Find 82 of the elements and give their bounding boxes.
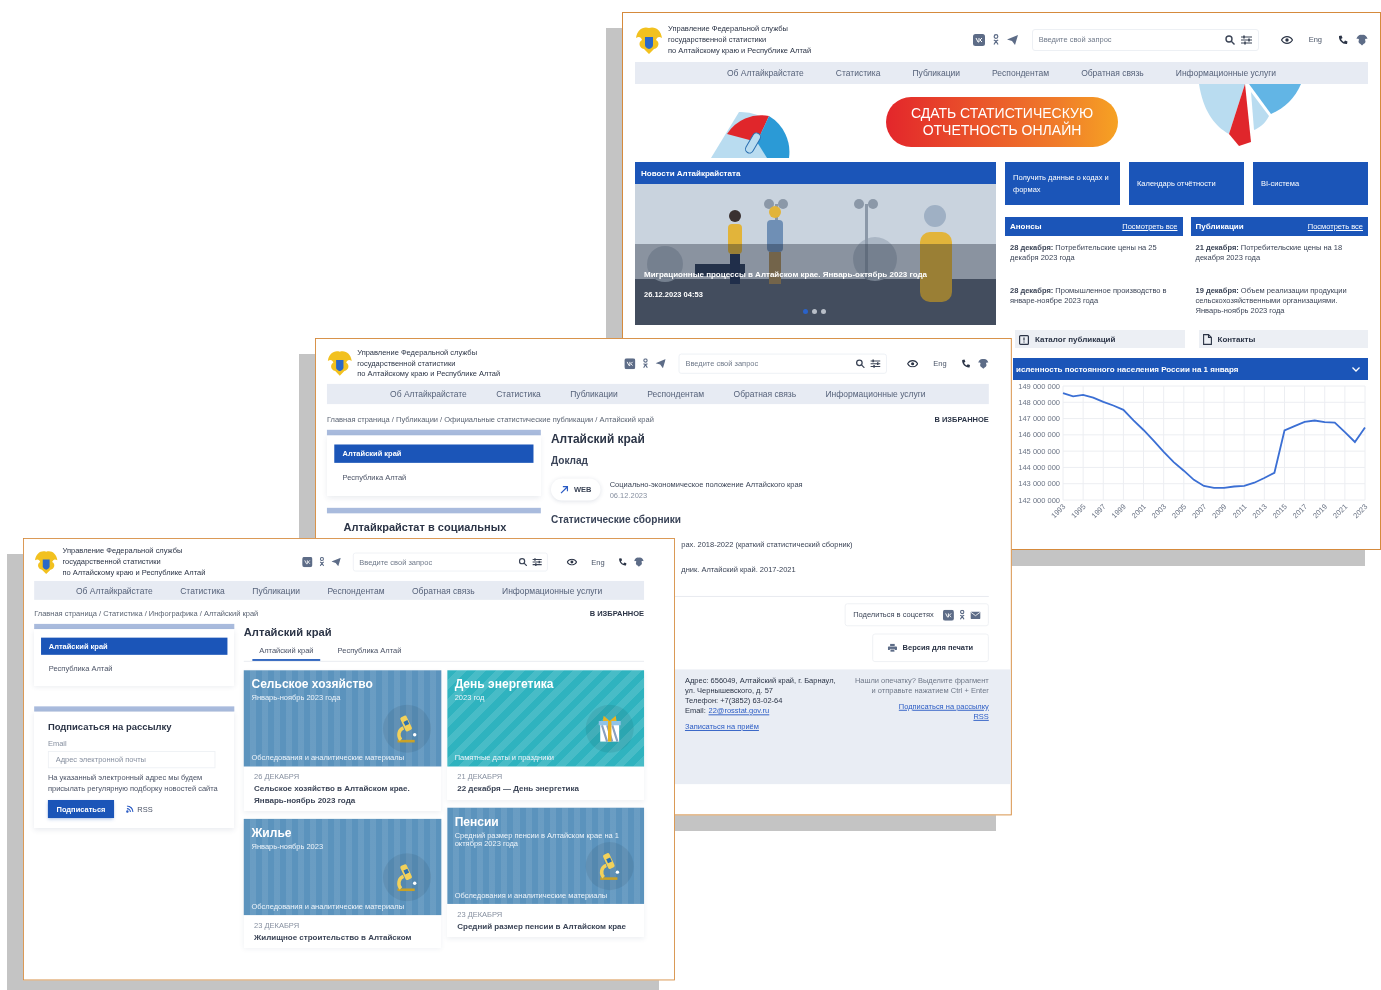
nav-link[interactable]: Статистика	[835, 68, 881, 78]
printer-icon	[887, 643, 898, 652]
search-icon[interactable]	[1224, 34, 1235, 45]
nav-link[interactable]: Об Алтайкрайстате	[390, 389, 467, 399]
nav-link[interactable]: Респондентам	[992, 68, 1050, 78]
page-title: Алтайский край	[243, 625, 332, 639]
nav-link[interactable]: Респондентам	[647, 389, 705, 399]
shortcut-label: Каталог публикаций	[1035, 334, 1116, 344]
card-caption: Жилищное строительство в Алтайском	[254, 931, 413, 943]
emblem-icon[interactable]	[1356, 33, 1368, 46]
microscope-icon	[395, 714, 418, 744]
chart-title: исленность постоянного населения России на 1 января	[1016, 364, 1239, 374]
emblem-icon[interactable]	[633, 556, 645, 567]
card-title: Сельское хозяйство	[251, 677, 373, 691]
subscribe-title: Подписаться на рассылку	[47, 721, 172, 733]
sliders-icon[interactable]	[1240, 34, 1252, 45]
chevron-down-icon[interactable]	[1352, 366, 1360, 372]
card-title: Жилье	[251, 825, 292, 840]
mail-icon[interactable]	[970, 611, 981, 619]
card-title: Пенсии	[454, 814, 499, 829]
arrow-icon	[560, 485, 569, 494]
card-caption: Сельское хозяйство в Алтайском крае. Январь-ноябрь 2023 года	[254, 783, 411, 806]
search-icon[interactable]	[856, 358, 866, 368]
sliders-icon[interactable]	[532, 557, 543, 566]
nav-link[interactable]: Публикации	[912, 68, 961, 78]
card-caption: 22 декабря — День энергетика	[457, 783, 580, 795]
person-icon[interactable]	[319, 556, 325, 567]
microscope-icon	[598, 851, 621, 881]
microscope-icon	[395, 862, 418, 892]
paper-plane-icon[interactable]	[331, 557, 342, 566]
carousel-dot[interactable]	[821, 309, 826, 314]
alert-icon	[1019, 333, 1029, 345]
nav-link[interactable]: Об Алтайкрайстате	[727, 68, 804, 78]
sliders-icon[interactable]	[870, 358, 881, 368]
nav-link[interactable]: Респондентам	[327, 585, 385, 596]
search-icon[interactable]	[519, 557, 528, 566]
emblem-icon[interactable]	[977, 357, 989, 369]
card-caption: Средний размер пенсии в Алтайском крае	[457, 920, 627, 932]
person-icon[interactable]	[992, 34, 999, 45]
nav-link[interactable]: Информационные услуги	[502, 585, 603, 596]
nav-link[interactable]: Обратная связь	[733, 389, 797, 399]
nav-link[interactable]: Публикации	[570, 389, 618, 399]
shortcut-label: Контакты	[1217, 334, 1256, 344]
nav-link[interactable]: Об Алтайкрайстате	[76, 585, 153, 596]
gift-icon	[598, 714, 621, 743]
phone-icon[interactable]	[1338, 34, 1348, 45]
person-icon[interactable]	[959, 609, 965, 620]
person-icon[interactable]	[643, 358, 649, 369]
sidebar-heading: Алтайкрайстат в социальных	[343, 520, 508, 534]
social-square-icon[interactable]	[624, 357, 636, 369]
submit-reports-button[interactable]: СДАТЬ СТАТИСТИЧЕСКУЮ ОТЧЕТНОСТЬ ОНЛАЙН	[886, 97, 1118, 147]
page-title: Алтайский край	[550, 431, 645, 446]
nav-link[interactable]: Обратная связь	[411, 585, 475, 596]
shortcut-link[interactable]: Каталог публикаций	[1015, 330, 1185, 348]
nav-link[interactable]: Информационные услуги	[825, 389, 926, 399]
section-heading: Доклад	[550, 454, 589, 466]
feed-title: Публикации	[1195, 222, 1244, 231]
eye-icon[interactable]	[1280, 35, 1293, 44]
social-square-icon[interactable]	[972, 33, 985, 46]
nav-link[interactable]: Обратная связь	[1081, 68, 1144, 78]
phone-icon[interactable]	[618, 557, 627, 566]
news-heading: Новости Алтайкрайстата	[635, 162, 996, 184]
document-icon	[1202, 333, 1212, 345]
nav-link[interactable]: Информационные услуги	[1175, 68, 1276, 78]
emblem-icon	[326, 348, 353, 378]
section-heading: Статистические сборники	[550, 513, 681, 525]
rss-icon	[126, 805, 134, 814]
shortcut-link[interactable]: Контакты	[1198, 330, 1368, 348]
nav-link[interactable]: Статистика	[496, 389, 541, 399]
carousel-dot[interactable]	[812, 309, 817, 314]
nav-link[interactable]: Статистика	[180, 585, 225, 596]
paper-plane-icon[interactable]	[1006, 34, 1018, 45]
nav-link[interactable]: Публикации	[252, 585, 300, 596]
social-square-icon[interactable]	[302, 556, 313, 567]
feed-title: Анонсы	[1010, 222, 1042, 231]
social-square-icon[interactable]	[942, 609, 954, 621]
card-title: День энергетика	[454, 677, 554, 691]
carousel-dot[interactable]	[803, 309, 808, 314]
eye-icon[interactable]	[567, 558, 578, 566]
phone-icon[interactable]	[961, 358, 971, 368]
eye-icon[interactable]	[907, 359, 919, 367]
paper-plane-icon[interactable]	[656, 358, 667, 368]
